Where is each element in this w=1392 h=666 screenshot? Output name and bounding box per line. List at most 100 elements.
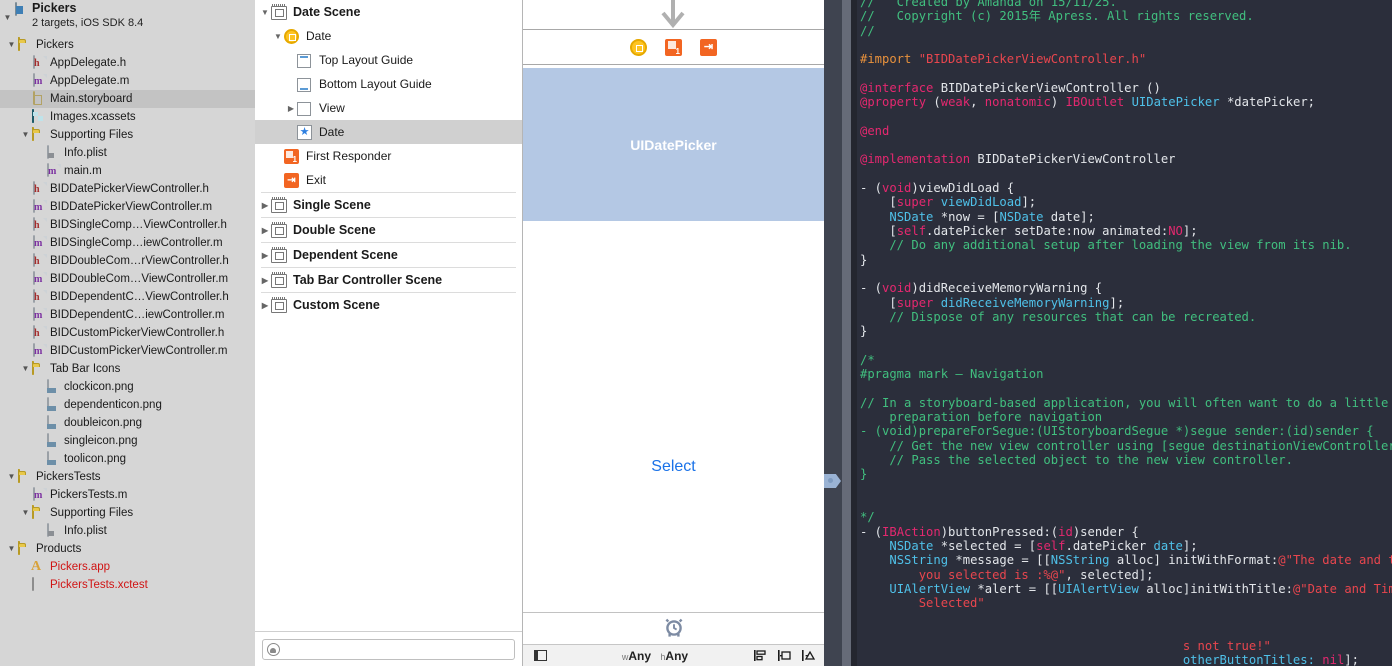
disclosure-triangle[interactable]: ▼ [272, 32, 284, 41]
navigator-row[interactable]: ▼ Tab Bar Icons [0, 360, 255, 378]
navigator-row[interactable]: ▶hAppDelegate.h [0, 54, 255, 72]
panel-toggle-button[interactable] [523, 650, 557, 661]
code-token: )viewDidLoad { [911, 181, 1015, 196]
navigator-row[interactable]: ▶PickersTests.xctest [0, 576, 255, 594]
first-responder-icon[interactable] [665, 38, 682, 56]
outline-row[interactable]: ▶Bottom Layout Guide [255, 72, 522, 96]
navigator-file-list[interactable]: ▼ Pickers ▶hAppDelegate.h▶mAppDelegate.m▶M… [0, 36, 255, 594]
resolve-issues-icon[interactable] [801, 649, 816, 662]
code-token: // [860, 23, 875, 38]
disclosure-triangle[interactable]: ▼ [20, 509, 31, 517]
panel-toggle-icon [533, 650, 547, 661]
disclosure-triangle[interactable]: ▼ [6, 473, 17, 481]
navigator-row[interactable]: ▶mBIDSingleComp…iewController.m [0, 234, 255, 252]
exit-icon[interactable]: ⇥ [700, 38, 717, 56]
code-token: UIAlertView [1058, 581, 1139, 596]
navigator-row[interactable]: ▶mBIDDatePickerViewController.m [0, 198, 255, 216]
select-button[interactable]: Select [523, 458, 824, 476]
navigator-row[interactable]: ▶mAppDelegate.m [0, 72, 255, 90]
implementation-file-icon: m [31, 306, 47, 323]
document-outline[interactable]: ▼Date Scene▼Date▶Top Layout Guide▶Bottom… [255, 0, 523, 666]
project-root-row[interactable]: ▼ Pickers 2 targets, iOS SDK 8.4 [0, 0, 255, 36]
outline-row[interactable]: ▶ View [255, 96, 522, 120]
outline-row[interactable]: ▶ Dependent Scene [255, 243, 522, 267]
outline-row-label: Date [319, 125, 345, 139]
navigator-row[interactable]: ▶Info.plist [0, 144, 255, 162]
outline-row[interactable]: ▶★Date [255, 120, 522, 144]
splitter-handle[interactable] [824, 474, 841, 488]
disclosure-triangle[interactable]: ▶ [285, 104, 297, 113]
storyboard-canvas[interactable]: ⇥ UIDatePicker Select wAn [523, 0, 824, 666]
code-token: - (void)prepareForSegue:(UIStoryboardSeg… [860, 424, 1374, 439]
navigator-row[interactable]: ▼ Supporting Files [0, 126, 255, 144]
code-token: - ( [860, 181, 883, 196]
navigator-row[interactable]: ▼ Pickers [0, 36, 255, 54]
outline-row[interactable]: ▶Top Layout Guide [255, 48, 522, 72]
editor-gutter [851, 0, 857, 666]
outline-filter-input[interactable] [280, 643, 514, 656]
disclosure-triangle[interactable]: ▶ [259, 251, 271, 260]
outline-row[interactable]: ▶First Responder [255, 144, 522, 168]
image-file-icon [45, 450, 61, 467]
navigator-row[interactable]: ▶Images.xcassets [0, 108, 255, 126]
disclosure-triangle[interactable]: ▼ [20, 365, 31, 373]
navigator-row[interactable]: ▶dependenticon.png [0, 396, 255, 414]
disclosure-triangle[interactable]: ▶ [259, 226, 271, 235]
disclosure-triangle[interactable]: ▼ [6, 545, 17, 553]
navigator-row[interactable]: ▶hBIDCustomPickerViewController.h [0, 324, 255, 342]
navigator-row[interactable]: ▶Pickers.app [0, 558, 255, 576]
navigator-row[interactable]: ▶clockicon.png [0, 378, 255, 396]
navigator-row[interactable]: ▶mBIDDependentC…iewController.m [0, 306, 255, 324]
outline-row[interactable]: ▶⇥Exit [255, 168, 522, 192]
align-icon[interactable] [753, 649, 768, 662]
outline-row[interactable]: ▶ Tab Bar Controller Scene [255, 268, 522, 292]
navigator-row[interactable]: ▶hBIDSingleComp…ViewController.h [0, 216, 255, 234]
implementation-file-icon: m [31, 342, 47, 359]
outline-row[interactable]: ▶ Double Scene [255, 218, 522, 242]
disclosure-triangle[interactable]: ▼ [6, 41, 17, 49]
navigator-row[interactable]: ▶hBIDDatePickerViewController.h [0, 180, 255, 198]
view-controller-icon[interactable] [630, 38, 647, 56]
navigator-row[interactable]: ▶Info.plist [0, 522, 255, 540]
editor-splitter[interactable] [824, 0, 842, 666]
navigator-row[interactable]: ▶hBIDDoubleCom…rViewController.h [0, 252, 255, 270]
editor-splitter-secondary[interactable] [842, 0, 851, 666]
navigator-row[interactable]: ▶mBIDDoubleCom…ViewController.m [0, 270, 255, 288]
navigator-row[interactable]: ▶toolicon.png [0, 450, 255, 468]
size-class-control[interactable]: wAny hAny [557, 649, 753, 663]
navigator-row[interactable]: ▶mPickersTests.m [0, 486, 255, 504]
canvas-toolbar[interactable]: wAny hAny [523, 644, 824, 666]
navigator-row[interactable]: ▼ Products [0, 540, 255, 558]
outline-row[interactable]: ▼ Date Scene [255, 0, 522, 24]
scene-dock[interactable]: ⇥ [523, 29, 824, 65]
navigator-row[interactable]: ▶singleicon.png [0, 432, 255, 450]
disclosure-triangle[interactable]: ▶ [259, 276, 271, 285]
uidatepicker-placeholder[interactable]: UIDatePicker [523, 68, 824, 221]
disclosure-triangle[interactable]: ▼ [2, 0, 13, 36]
outline-row[interactable]: ▶ Single Scene [255, 193, 522, 217]
implementation-file-icon: m [31, 72, 47, 89]
navigator-row[interactable]: ▶mmain.m [0, 162, 255, 180]
outline-filter-field[interactable] [262, 639, 515, 660]
project-navigator[interactable]: ▼ Pickers 2 targets, iOS SDK 8.4 ▼ Picker… [0, 0, 255, 666]
disclosure-triangle[interactable]: ▶ [259, 301, 271, 310]
navigator-row[interactable]: ▶doubleicon.png [0, 414, 255, 432]
navigator-row[interactable]: ▶hBIDDependentC…ViewController.h [0, 288, 255, 306]
outline-row[interactable]: ▶ Custom Scene [255, 293, 522, 317]
navigator-row[interactable]: ▼ PickersTests [0, 468, 255, 486]
navigator-row[interactable]: ▶mBIDCustomPickerViewController.m [0, 342, 255, 360]
navigator-row[interactable]: ▶Main.storyboard [0, 90, 255, 108]
outline-list[interactable]: ▼Date Scene▼Date▶Top Layout Guide▶Bottom… [255, 0, 522, 317]
scene-icon [271, 221, 288, 239]
disclosure-triangle[interactable]: ▶ [259, 201, 271, 210]
outline-row[interactable]: ▼ Date [255, 24, 522, 48]
autolayout-buttons[interactable] [753, 649, 824, 662]
pin-icon[interactable] [777, 649, 792, 662]
disclosure-triangle[interactable]: ▼ [20, 131, 31, 139]
objective-c-source[interactable]: // Created by Amanda on 15/11/25. // Cop… [851, 0, 1392, 666]
tab-bar-preview[interactable] [523, 613, 824, 644]
source-code-editor[interactable]: // Created by Amanda on 15/11/25. // Cop… [851, 0, 1392, 666]
navigator-row[interactable]: ▼ Supporting Files [0, 504, 255, 522]
disclosure-triangle[interactable]: ▼ [259, 8, 271, 17]
